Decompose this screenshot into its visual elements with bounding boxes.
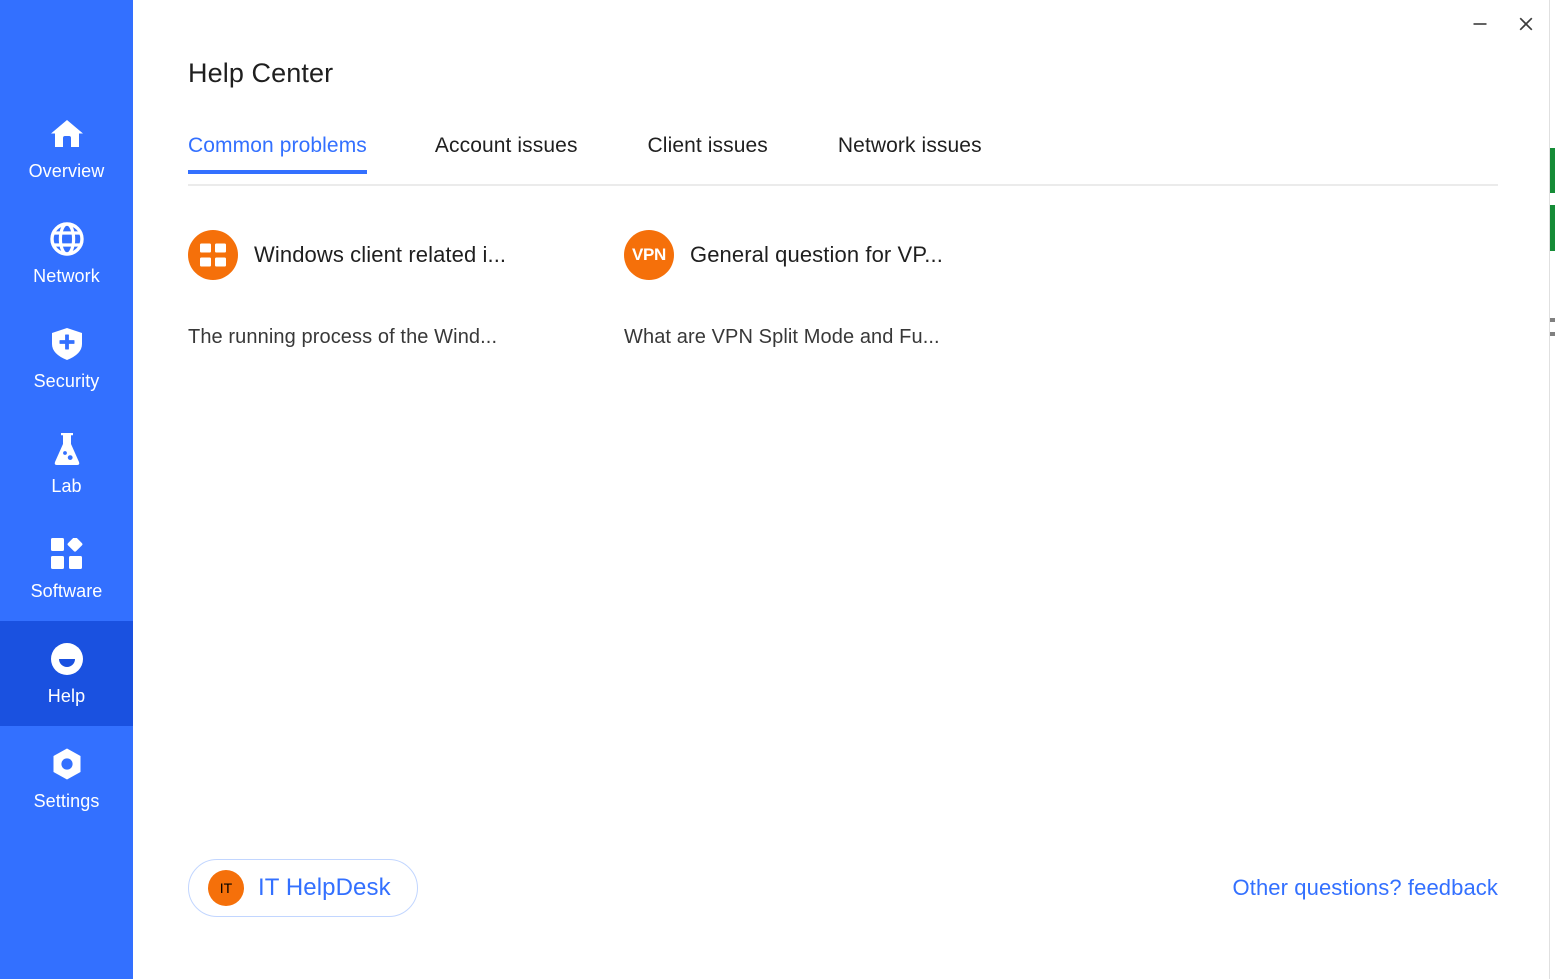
sidebar-item-network[interactable]: Network [0,201,133,306]
main-content: Help Center Common problems Account issu… [133,0,1555,979]
apps-grid-icon [188,230,238,280]
help-face-icon [48,640,86,678]
close-button[interactable] [1503,1,1549,47]
minimize-icon [1473,23,1487,25]
help-topic-list: Windows client related i... The running … [188,228,1060,350]
tab-common-problems[interactable]: Common problems [188,132,367,174]
home-icon [48,115,86,153]
background-window-segment [1550,332,1555,336]
vpn-badge-icon: VPN [624,230,674,280]
tab-divider [188,184,1498,186]
flask-icon [48,430,86,468]
window-controls [1457,0,1549,48]
sidebar-item-software[interactable]: Software [0,516,133,621]
background-window-segment [1550,148,1555,193]
background-window-segment [1550,318,1555,322]
sidebar-item-overview[interactable]: Overview [0,96,133,201]
hex-gear-icon [48,745,86,783]
sidebar-item-settings[interactable]: Settings [0,726,133,831]
footer: IT IT HelpDesk Other questions? feedback [188,859,1498,917]
background-window-sliver [1549,0,1555,979]
it-helpdesk-label: IT HelpDesk [258,874,391,901]
it-badge-label: IT [219,880,233,896]
sidebar-item-label: Help [47,686,86,706]
minimize-button[interactable] [1457,1,1503,47]
sidebar-item-label: Software [30,581,103,601]
it-badge-icon: IT [208,870,244,906]
apps-grid-icon [48,535,86,573]
vpn-badge-label: VPN [631,245,667,264]
tab-account-issues[interactable]: Account issues [435,132,578,174]
background-window-segment [1550,205,1555,251]
shield-plus-icon [48,325,86,363]
card-title: Windows client related i... [254,242,507,267]
tab-bar: Common problems Account issues Client is… [188,132,1498,186]
card-description: What are VPN Split Mode and Fu... [624,326,940,348]
it-helpdesk-button[interactable]: IT IT HelpDesk [188,859,418,917]
card-title: General question for VP... [690,242,943,267]
help-topic-card[interactable]: VPN General question for VP... What are … [624,228,1060,350]
window-edge-line [1549,0,1550,979]
card-header: Windows client related i... [188,228,624,282]
globe-icon [48,220,86,258]
sidebar-item-security[interactable]: Security [0,306,133,411]
page-title: Help Center [188,58,334,88]
help-topic-card[interactable]: Windows client related i... The running … [188,228,624,350]
card-description: The running process of the Wind... [188,326,498,348]
sidebar-item-label: Network [33,266,100,286]
sidebar-item-help[interactable]: Help [0,621,133,726]
tab-client-issues[interactable]: Client issues [648,132,768,174]
sidebar-item-label: Settings [33,791,100,811]
card-header: VPN General question for VP... [624,228,1060,282]
sidebar-item-label: Lab [51,476,82,496]
app-window: Overview Network Security Lab Software H… [0,0,1555,979]
tab-network-issues[interactable]: Network issues [838,132,982,174]
close-icon [1519,17,1533,31]
feedback-link[interactable]: Other questions? feedback [1233,874,1498,902]
sidebar: Overview Network Security Lab Software H… [0,0,133,979]
sidebar-item-label: Security [33,371,100,391]
sidebar-item-lab[interactable]: Lab [0,411,133,516]
sidebar-item-label: Overview [28,161,105,181]
